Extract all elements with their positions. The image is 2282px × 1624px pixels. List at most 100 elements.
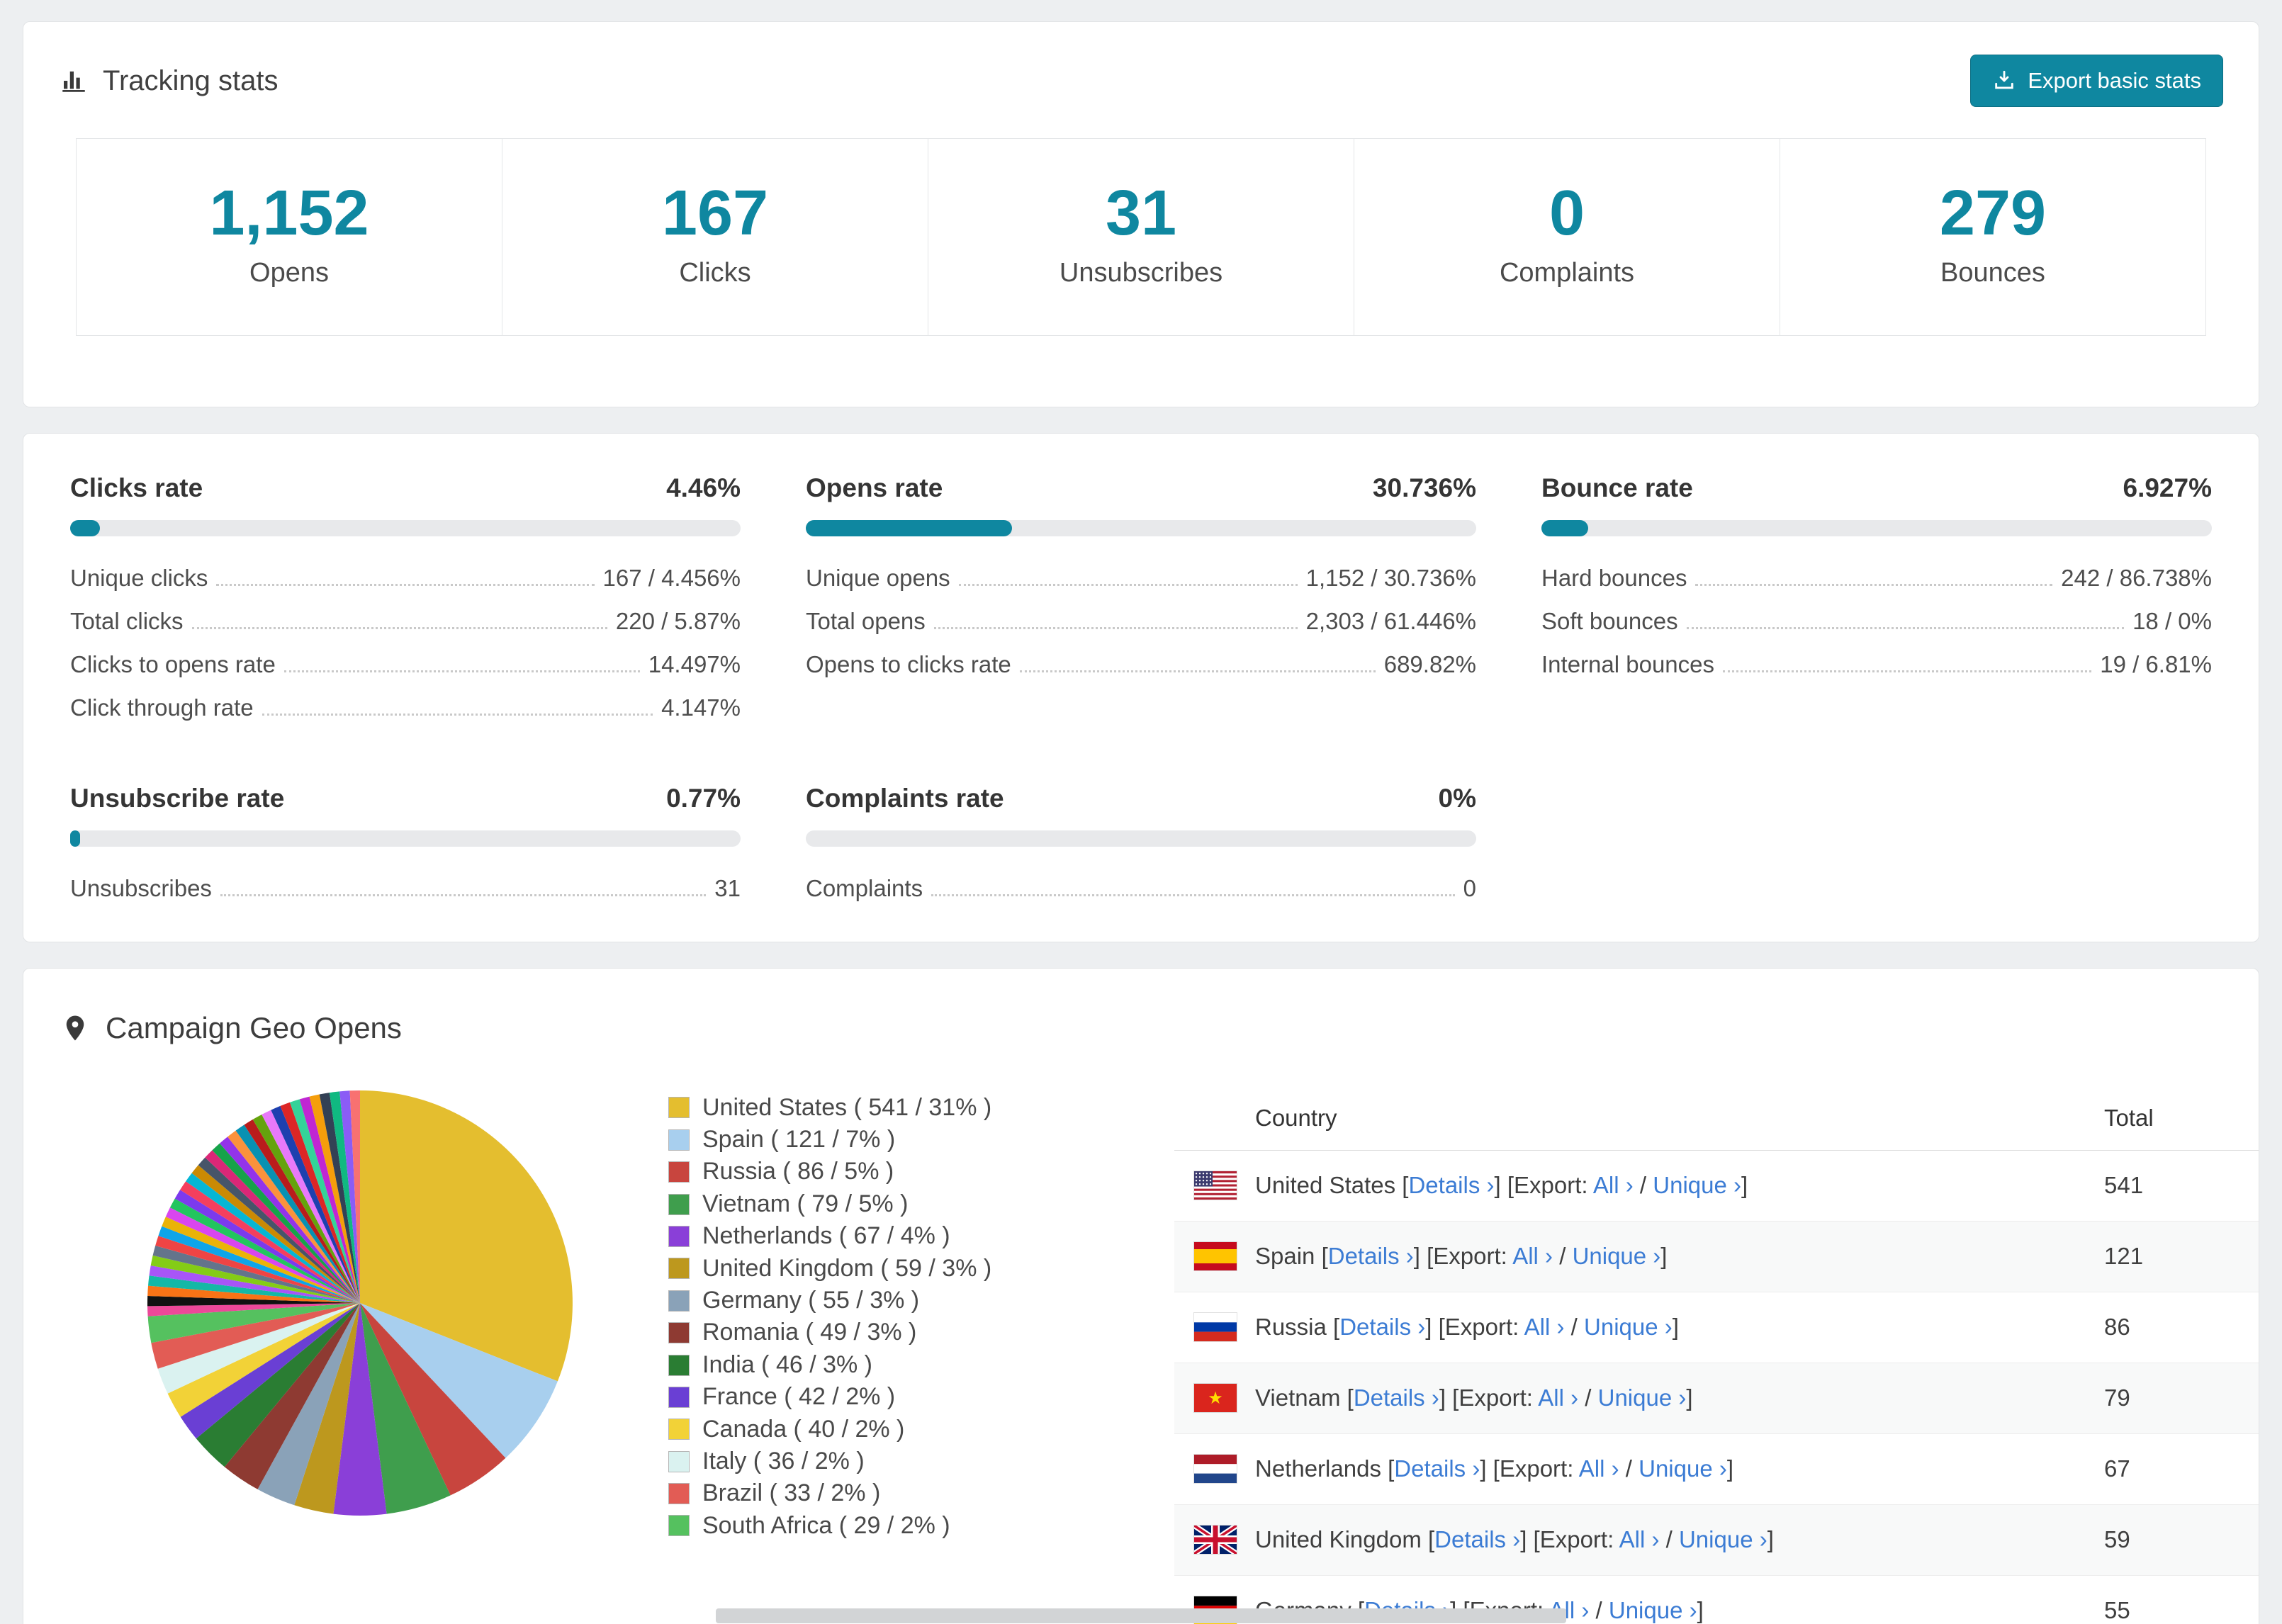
rate-metric-label: Opens to clicks rate (806, 650, 1011, 677)
legend-label: United States ( 541 / 31% ) (702, 1093, 992, 1121)
export-basic-stats-button[interactable]: Export basic stats (1970, 55, 2223, 107)
rate-metric-row: Total clicks 220 / 5.87% (70, 608, 741, 635)
rate-metric-row: Opens to clicks rate 689.82% (806, 651, 1476, 678)
dotted-leader (216, 583, 595, 586)
export-unique-link[interactable]: Unique › (1609, 1597, 1697, 1623)
geo-table-row: United States [Details ›] [Export: All ›… (1174, 1150, 2259, 1222)
legend-swatch (668, 1258, 690, 1280)
rate-metric-value: 0 (1463, 874, 1476, 901)
rate-metric-row: Hard bounces 242 / 86.738% (1541, 565, 2212, 592)
stat-box-opens: 1,152 Opens (76, 138, 502, 336)
export-all-link[interactable]: All › (1579, 1455, 1619, 1482)
rate-metric-value: 19 / 6.81% (2100, 650, 2212, 677)
legend-label: Italy ( 36 / 2% ) (702, 1447, 865, 1474)
legend-swatch (668, 1193, 690, 1215)
legend-item: Canada ( 40 / 2% ) (668, 1416, 1164, 1443)
rate-progress-fill (806, 520, 1012, 536)
horizontal-scrollbar[interactable] (716, 1608, 1566, 1623)
export-unique-link[interactable]: Unique › (1639, 1455, 1727, 1482)
export-all-link[interactable]: All › (1593, 1172, 1634, 1198)
rate-percent: 4.46% (666, 473, 741, 502)
details-link[interactable]: Details › (1354, 1385, 1439, 1411)
rates-card: Clicks rate 4.46% Unique clicks 167 / 4.45… (23, 433, 2259, 942)
export-prefix: Export: (1444, 1314, 1519, 1341)
rate-metric-value: 18 / 0% (2132, 607, 2212, 634)
rate-head: Bounce rate 6.927% (1541, 473, 2212, 503)
rate-metric-label: Soft bounces (1541, 607, 1678, 634)
legend-item: Netherlands ( 67 / 4% ) (668, 1222, 1164, 1249)
country-cell: Vietnam [Details ›] [Export: All › / Uni… (1255, 1385, 1693, 1411)
export-all-link[interactable]: All › (1524, 1314, 1565, 1340)
legend-swatch (668, 1419, 690, 1440)
details-link[interactable]: Details › (1328, 1243, 1414, 1269)
export-unique-link[interactable]: Unique › (1679, 1526, 1767, 1552)
country-total: 121 (2104, 1243, 2144, 1270)
rate-metric-label: Complaints (806, 874, 923, 901)
flag-es-icon (1194, 1242, 1237, 1271)
pie-legend: United States ( 541 / 31% ) Spain ( 121 … (668, 1083, 1164, 1545)
legend-item: Brazil ( 33 / 2% ) (668, 1479, 1164, 1507)
country-cell: United States [Details ›] [Export: All ›… (1255, 1172, 1748, 1199)
legend-swatch (668, 1515, 690, 1537)
legend-swatch (668, 1322, 690, 1344)
rate-head: Clicks rate 4.46% (70, 473, 741, 503)
rate-metric-row: Clicks to opens rate 14.497% (70, 651, 741, 678)
rate-progress-fill (1541, 520, 1588, 536)
export-all-link[interactable]: All › (1619, 1526, 1660, 1552)
legend-item: South Africa ( 29 / 2% ) (668, 1512, 1164, 1539)
country-name: Netherlands (1255, 1455, 1381, 1482)
tracking-stats-card: Tracking stats Export basic stats 1,152 … (23, 21, 2259, 407)
stat-box-clicks: 167 Clicks (502, 138, 928, 336)
geo-table-row: Spain [Details ›] [Export: All › / Uniqu… (1174, 1221, 2259, 1292)
campaign-geo-opens-card: Campaign Geo Opens United States ( 541 /… (23, 967, 2259, 1624)
export-prefix: Export: (1458, 1385, 1533, 1411)
legend-item: Germany ( 55 / 3% ) (668, 1287, 1164, 1314)
flag-ru-icon (1194, 1313, 1237, 1342)
legend-item: France ( 42 / 2% ) (668, 1383, 1164, 1410)
dashboard-page: Tracking stats Export basic stats 1,152 … (0, 0, 2282, 1624)
legend-item: India ( 46 / 3% ) (668, 1350, 1164, 1378)
country-name: Vietnam (1255, 1385, 1341, 1411)
rate-block: Complaints rate 0% Complaints 0 (806, 784, 1476, 902)
stat-label: Clicks (679, 258, 751, 288)
stat-box-bounces: 279 Bounces (1780, 138, 2206, 336)
rate-metric-row: Unique opens 1,152 / 30.736% (806, 565, 1476, 592)
rate-metric-value: 31 (714, 874, 741, 901)
export-unique-link[interactable]: Unique › (1653, 1172, 1741, 1198)
flag-vn-icon: ★ (1194, 1384, 1237, 1413)
export-unique-link[interactable]: Unique › (1573, 1243, 1661, 1269)
rate-block: Unsubscribe rate 0.77% Unsubscribes 31 (70, 784, 741, 902)
export-all-link[interactable]: All › (1538, 1385, 1578, 1411)
legend-label: Russia ( 86 / 5% ) (702, 1158, 894, 1185)
country-name: Russia (1255, 1314, 1327, 1341)
legend-label: India ( 46 / 3% ) (702, 1350, 873, 1378)
stat-label: Unsubscribes (1059, 258, 1223, 288)
country-total: 59 (2104, 1526, 2130, 1553)
legend-item: Spain ( 121 / 7% ) (668, 1126, 1164, 1153)
legend-item: Vietnam ( 79 / 5% ) (668, 1190, 1164, 1217)
dotted-leader (1019, 670, 1376, 672)
export-unique-link[interactable]: Unique › (1598, 1385, 1687, 1411)
rate-title: Unsubscribe rate (70, 783, 285, 813)
rate-metric-value: 689.82% (1383, 650, 1476, 677)
total-column-header: Total (2104, 1104, 2154, 1131)
legend-swatch (668, 1161, 690, 1183)
details-link[interactable]: Details › (1434, 1526, 1520, 1552)
export-unique-link[interactable]: Unique › (1584, 1314, 1673, 1340)
rate-metric-label: Internal bounces (1541, 650, 1715, 677)
rate-metric-label: Unique opens (806, 565, 950, 591)
rate-metric-row: Click through rate 4.147% (70, 694, 741, 721)
legend-label: Brazil ( 33 / 2% ) (702, 1479, 881, 1507)
details-link[interactable]: Details › (1394, 1455, 1480, 1482)
legend-swatch (668, 1450, 690, 1472)
export-all-link[interactable]: All › (1512, 1243, 1553, 1269)
legend-swatch (668, 1290, 690, 1312)
legend-label: United Kingdom ( 59 / 3% ) (702, 1254, 992, 1282)
geo-table-row: ★ Vietnam [Details ›] [Export: All › / U… (1174, 1363, 2259, 1434)
rate-metric-row: Unsubscribes 31 (70, 875, 741, 902)
rate-head: Unsubscribe rate 0.77% (70, 784, 741, 813)
country-total: 55 (2104, 1597, 2130, 1624)
details-link[interactable]: Details › (1339, 1314, 1425, 1340)
details-link[interactable]: Details › (1408, 1172, 1494, 1198)
dotted-leader (1695, 583, 2053, 586)
